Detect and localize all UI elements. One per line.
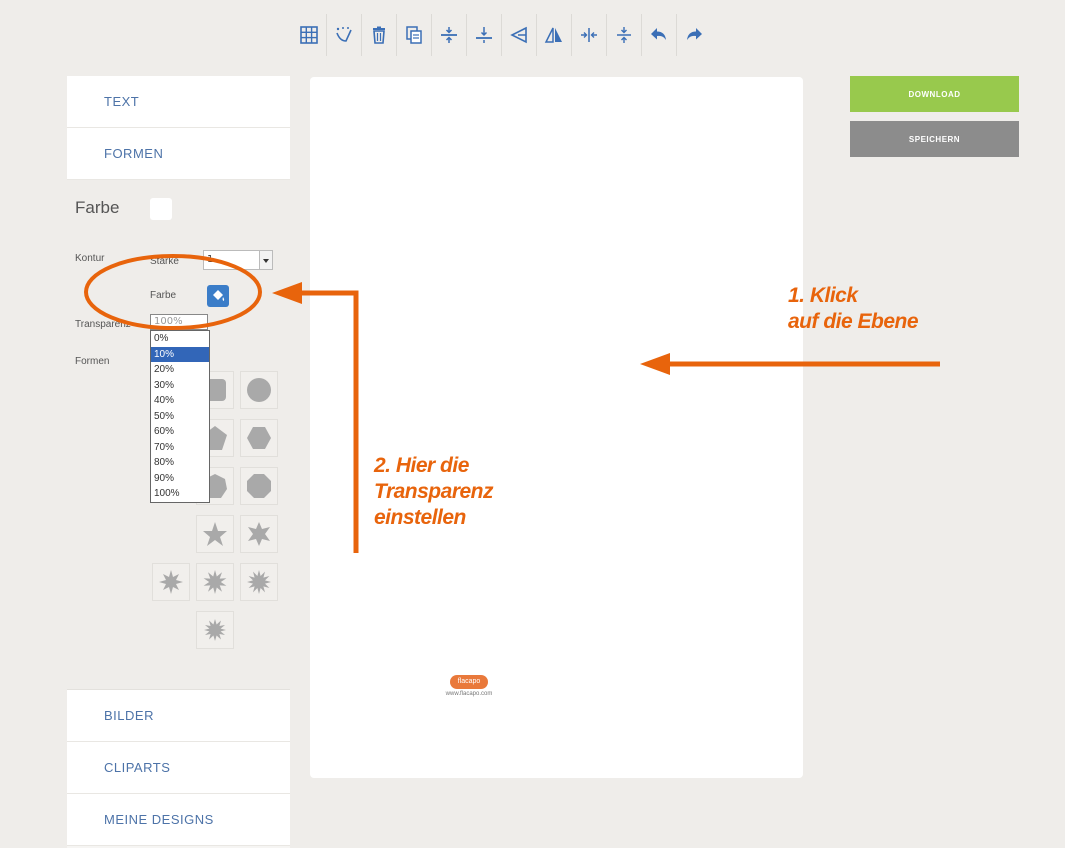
flip-horizontal-button[interactable]	[502, 14, 537, 56]
farbe-title: Farbe	[75, 198, 120, 217]
stroke-color-button[interactable]	[207, 285, 229, 307]
accordion-formen-label: FORMEN	[104, 146, 164, 161]
redo-button[interactable]	[677, 14, 711, 56]
shape-star-12[interactable]	[240, 563, 278, 601]
transparency-option[interactable]: 60%	[151, 424, 209, 440]
save-button[interactable]: SPEICHERN	[850, 121, 1019, 157]
transparency-option[interactable]: 40%	[151, 393, 209, 409]
transparency-option[interactable]: 90%	[151, 471, 209, 487]
center-vertical-icon	[617, 27, 631, 43]
transparency-option[interactable]: 70%	[151, 440, 209, 456]
circle-icon	[247, 378, 271, 402]
star-12-icon	[247, 570, 271, 594]
annotation-1-line-2: auf die Ebene	[788, 310, 919, 333]
transparency-option[interactable]: 100%	[151, 486, 209, 502]
center-horizontal-icon	[581, 28, 597, 42]
center-vertical-button[interactable]	[607, 14, 642, 56]
trash-icon	[373, 26, 385, 44]
copy-icon	[406, 26, 422, 44]
accordion-formen[interactable]: FORMEN	[67, 128, 290, 180]
shape-star-8[interactable]	[152, 563, 190, 601]
transparenz-select[interactable]: 100%	[150, 314, 208, 330]
transparenz-dropdown[interactable]: 0% 10% 20% 30% 40% 50% 60% 70% 80% 90% 100%	[150, 330, 210, 503]
accordion-cliparts[interactable]: CLIPARTS	[67, 742, 290, 794]
flip-vertical-icon	[544, 27, 562, 43]
center-horizontal-button[interactable]	[572, 14, 607, 56]
logo-badge: flacapo	[450, 675, 488, 689]
grid-button[interactable]	[292, 14, 327, 56]
design-canvas[interactable]	[310, 77, 803, 778]
magic-wand-icon	[336, 27, 352, 42]
paint-bucket-icon	[213, 290, 225, 301]
formen-panel: Farbe Kontur Stärke 1 Farbe Transparenz …	[67, 180, 290, 690]
flip-vertical-button[interactable]	[537, 14, 572, 56]
align-top-icon	[441, 27, 457, 43]
accordion-bilder[interactable]: BILDER	[67, 690, 290, 742]
undo-button[interactable]	[642, 14, 677, 56]
hexagon-icon	[247, 427, 271, 449]
accordion-text[interactable]: TEXT	[67, 76, 290, 128]
magic-wand-button[interactable]	[327, 14, 362, 56]
toolbar	[292, 14, 711, 56]
star-icon	[203, 522, 227, 546]
shape-hexagon[interactable]	[240, 419, 278, 457]
align-middle-icon	[476, 27, 492, 43]
transparenz-label: Transparenz	[75, 319, 131, 330]
annotation-2-line-2: Transparenz	[374, 480, 494, 503]
annotation-2: 2. Hier die Transparenz einstellen	[374, 453, 494, 531]
redo-icon	[687, 28, 702, 40]
transparenz-value: 100%	[154, 316, 183, 327]
annotation-1-line-1: 1. Klick	[788, 284, 858, 307]
delete-button[interactable]	[362, 14, 397, 56]
flip-horizontal-icon	[510, 26, 527, 44]
star-8-icon	[159, 570, 183, 594]
accordion-bilder-label: BILDER	[104, 708, 154, 723]
star-6-icon	[248, 522, 270, 546]
download-button[interactable]: DOWNLOAD	[850, 76, 1019, 112]
shape-circle[interactable]	[240, 371, 278, 409]
transparency-option[interactable]: 30%	[151, 378, 209, 394]
annotation-2-line-1: 2. Hier die	[374, 454, 469, 477]
transparency-option[interactable]: 0%	[151, 331, 209, 347]
left-panel: TEXT FORMEN Farbe Kontur Stärke 1 Farbe …	[67, 76, 290, 848]
stroke-farbe-label: Farbe	[150, 290, 177, 301]
formen-label: Formen	[75, 356, 110, 367]
transparency-option[interactable]: 10%	[151, 346, 209, 362]
align-top-button[interactable]	[432, 14, 467, 56]
canvas-logo[interactable]: flacapo www.flacapo.com	[431, 668, 507, 697]
staerke-value: 1	[207, 254, 214, 265]
transparency-option[interactable]: 80%	[151, 455, 209, 471]
accordion-meine-designs-label: MEINE DESIGNS	[104, 812, 214, 827]
accordion-text-label: TEXT	[104, 94, 140, 109]
star-10-icon	[203, 570, 227, 594]
transparency-option[interactable]: 20%	[151, 362, 209, 378]
star-burst-icon	[204, 619, 226, 641]
shape-star-burst[interactable]	[196, 611, 234, 649]
copy-button[interactable]	[397, 14, 432, 56]
annotation-2-line-3: einstellen	[374, 506, 466, 529]
kontur-label: Kontur	[75, 253, 105, 264]
annotation-1: 1. Klick auf die Ebene	[788, 283, 919, 335]
shape-star-6[interactable]	[240, 515, 278, 553]
octagon-icon	[247, 474, 271, 498]
shape-star-5[interactable]	[196, 515, 234, 553]
chevron-down-icon	[259, 251, 272, 269]
shape-star-10[interactable]	[196, 563, 234, 601]
logo-url: www.flacapo.com	[445, 691, 493, 697]
accordion-meine-designs[interactable]: MEINE DESIGNS	[67, 794, 290, 846]
accordion-cliparts-label: CLIPARTS	[104, 760, 171, 775]
grid-icon	[300, 26, 318, 44]
fill-color-swatch[interactable]	[150, 198, 172, 220]
transparency-option[interactable]: 50%	[151, 409, 209, 425]
staerke-select[interactable]: 1	[203, 250, 273, 270]
undo-icon	[651, 28, 666, 40]
shape-octagon[interactable]	[240, 467, 278, 505]
staerke-label: Stärke	[150, 256, 179, 267]
align-middle-button[interactable]	[467, 14, 502, 56]
